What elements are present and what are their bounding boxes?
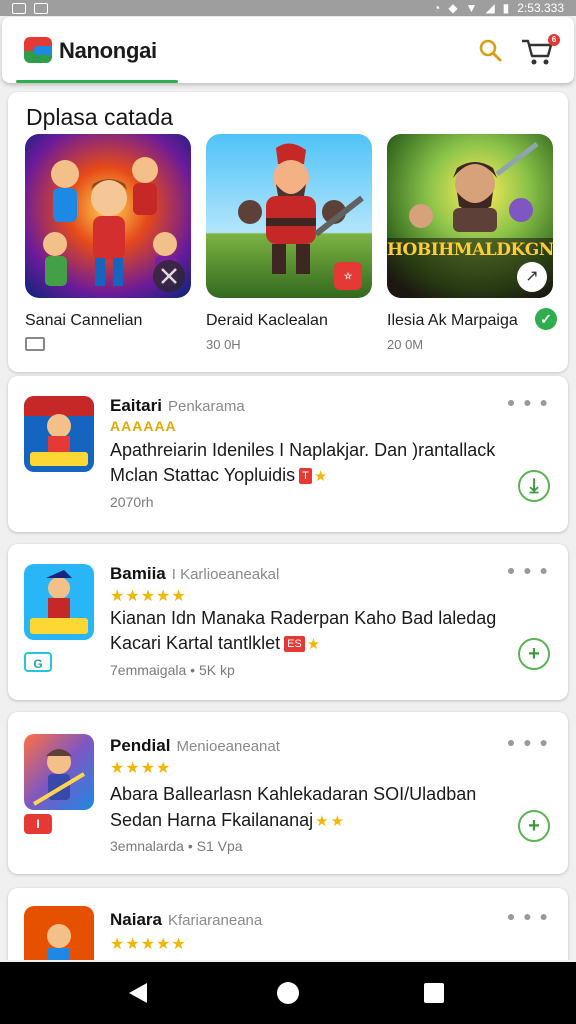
status-time: 2:53.333	[517, 1, 564, 15]
developer-name: Menioeaneanat	[176, 738, 280, 755]
status-bar: ◔ ◆ ▼ ◢ ▮ 2:53.333	[0, 0, 576, 16]
app-title: Nanongai	[59, 38, 157, 63]
featured-meta: 30 0H	[206, 336, 241, 352]
star-icon: ★	[306, 636, 321, 653]
featured-thumbnail	[25, 134, 191, 298]
home-icon	[277, 982, 299, 1004]
featured-name: Deraid Kaclealan	[206, 312, 328, 329]
expand-icon[interactable]: ↗	[517, 262, 547, 292]
list-item[interactable]: I Pendial Menioeaneanat ★★★★ Abara Ballea…	[8, 712, 568, 874]
app-name: Bamiia I Karlioeaneakal	[110, 564, 280, 583]
inline-badge: ES	[284, 636, 305, 653]
app-description: Apathreiarin Ideniles I Naplakjar. Dan )…	[110, 440, 496, 460]
app-description-line2: Kacari Kartal tantlklet ES ★	[110, 633, 321, 653]
app-icon	[24, 396, 94, 472]
featured-name: Ilesia Ak Marpaiga	[387, 312, 518, 329]
app-meta: 2070rh	[110, 494, 154, 510]
section-title: Dplasa catada	[26, 104, 174, 130]
app-icon	[24, 906, 94, 960]
more-options-icon[interactable]: ● ● ●	[507, 394, 550, 410]
signal-icon: ◢	[485, 1, 495, 15]
install-button[interactable]: ⤓	[518, 470, 550, 502]
location-icon: ◆	[448, 1, 458, 15]
search-icon	[479, 39, 502, 62]
app-description-line2: Mclan Stattac Yopluidis T ★	[110, 465, 328, 485]
alarm-icon: ◔	[433, 1, 441, 15]
rating-stars: ★★★★★	[110, 936, 187, 953]
star-icon: ★	[313, 468, 328, 485]
search-button[interactable]	[478, 38, 504, 64]
app-meta: 3emnalarda • S1 Vpa	[110, 838, 243, 854]
install-button[interactable]: +	[518, 638, 550, 670]
status-right: ◔ ◆ ▼ ◢ ▮ 2:53.333	[433, 1, 564, 15]
rating-stars: ★★★★	[110, 760, 172, 777]
sim-icon	[12, 2, 26, 14]
app-description: Kianan Idn Manaka Raderpan Kaho Bad lale…	[110, 608, 497, 628]
recents-button[interactable]	[404, 962, 464, 1024]
content-scroll[interactable]: Dplasa catada Sanai Cannelian ☆ Deraid K…	[0, 84, 576, 960]
star-icon: ★	[330, 813, 345, 830]
app-name: Naiara Kfariaraneana	[110, 910, 263, 929]
featured-meta: 20 0M	[387, 336, 424, 352]
featured-card[interactable]: ☆ Deraid Kaclealan 30 0H	[206, 134, 372, 352]
more-options-icon[interactable]: ● ● ●	[507, 562, 550, 578]
app-logo-icon	[24, 37, 52, 63]
list-item[interactable]: Eaitari Penkarama AAAAAA Apathreiarin Ide…	[8, 376, 568, 532]
thumbnail-overlay-text: HOBIHMALDKGN	[387, 240, 553, 260]
star-icon: ★	[315, 813, 329, 830]
rating-text: AAAAAA	[110, 418, 177, 434]
featured-thumbnail: HOBIHMALDKGN ↗	[387, 134, 553, 298]
featured-card[interactable]: Sanai Cannelian	[25, 134, 191, 352]
featured-thumbnail: ☆	[206, 134, 372, 298]
side-badge: I	[24, 814, 52, 834]
status-left	[12, 2, 48, 14]
rating-stars: ★★★★★	[110, 588, 187, 605]
wifi-icon: ▼	[465, 1, 478, 15]
app-description-line2: Sedan Harna Fkailananaj ★ ★	[110, 810, 345, 830]
app-icon	[24, 564, 94, 640]
app-name: Eaitari Penkarama	[110, 396, 245, 415]
app-description: Abara Ballearlasn Kahlekadaran SOI/Uladb…	[110, 784, 477, 804]
more-options-icon[interactable]: ● ● ●	[507, 908, 550, 924]
featured-meta	[25, 336, 191, 352]
list-item[interactable]: Naiara Kfariaraneana ★★★★★ ● ● ●	[8, 888, 568, 960]
rating-badge-icon: ☆	[334, 262, 362, 290]
developer-name: Kfariaraneana	[167, 912, 263, 929]
install-button[interactable]: +	[518, 810, 550, 842]
tab-indicator	[16, 80, 178, 83]
developer-name: I Karlioeaneakal	[171, 566, 280, 583]
cart-count-badge: 6	[548, 34, 560, 46]
verified-icon: ✓	[535, 308, 557, 330]
side-badge: G	[24, 652, 52, 672]
home-button[interactable]	[258, 962, 318, 1024]
image-icon	[34, 2, 48, 14]
app-name: Pendial Menioeaneanat	[110, 736, 280, 755]
developer-name: Penkarama	[167, 398, 245, 415]
back-button[interactable]	[108, 962, 168, 1024]
inline-badge: T	[299, 468, 312, 485]
featured-name: Sanai Cannelian	[25, 312, 143, 329]
list-item[interactable]: G Bamiia I Karlioeaneakal ★★★★★ Kianan Id…	[8, 544, 568, 700]
app-icon	[24, 734, 94, 810]
featured-card[interactable]: HOBIHMALDKGN ↗ Ilesia Ak Marpaiga 20 0M …	[387, 134, 557, 352]
system-nav-bar	[0, 962, 576, 1024]
battery-icon: ▮	[502, 1, 510, 15]
swords-icon	[153, 260, 185, 292]
back-icon	[129, 983, 147, 1003]
featured-section: Dplasa catada Sanai Cannelian ☆ Deraid K…	[8, 92, 568, 372]
app-meta: 7emmaigala • 5K kp	[110, 662, 235, 678]
more-options-icon[interactable]: ● ● ●	[507, 734, 550, 750]
platform-icon	[25, 337, 45, 351]
recents-icon	[424, 983, 444, 1003]
